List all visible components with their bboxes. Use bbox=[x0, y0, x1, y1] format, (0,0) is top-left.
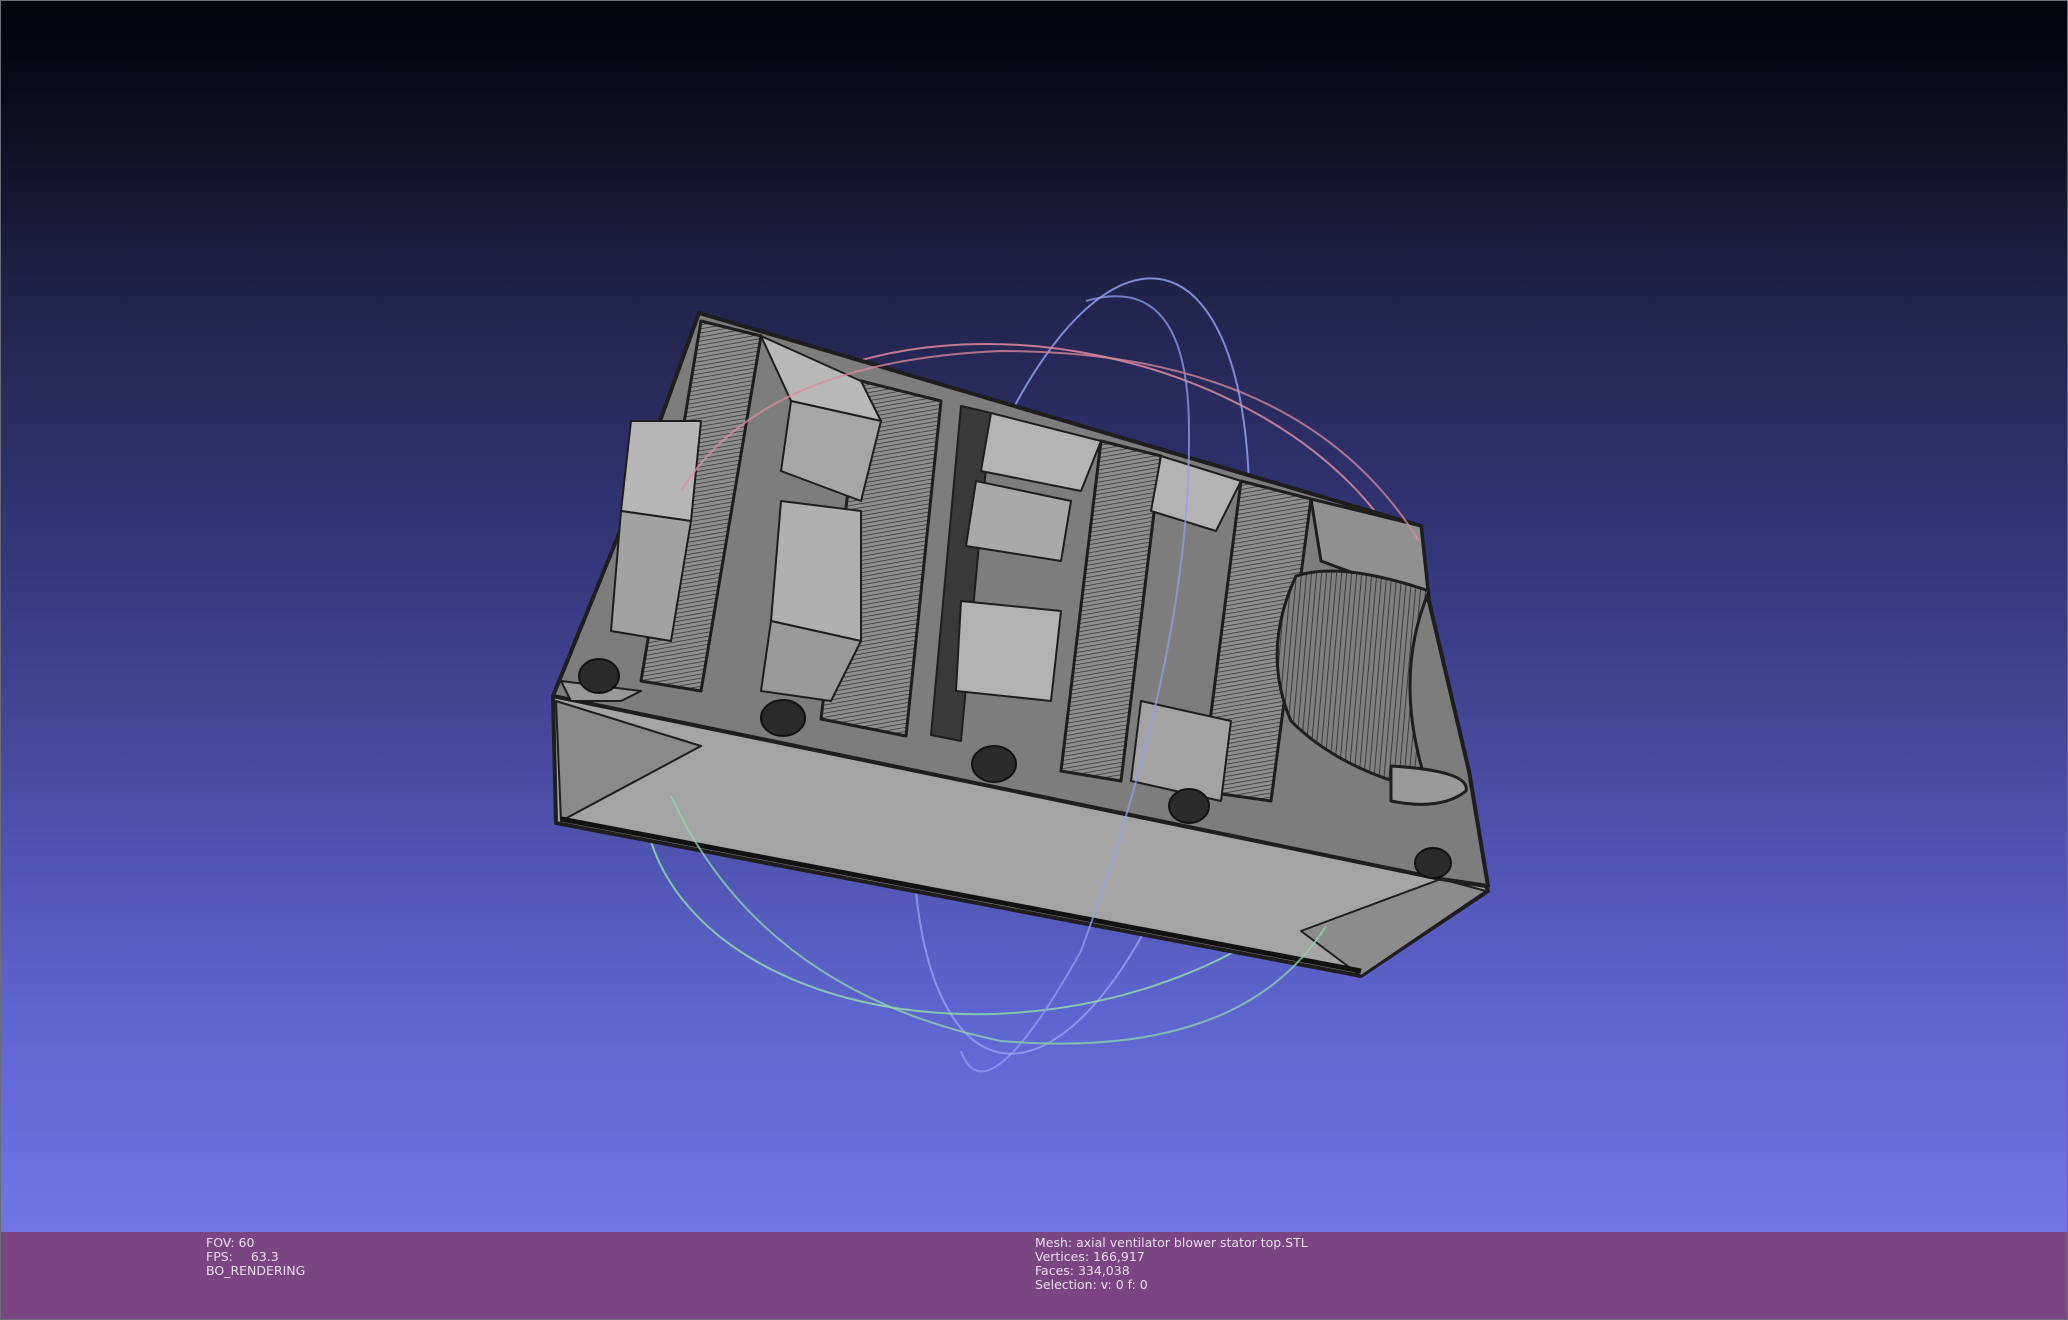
fps-readout: FPS: 63.3 bbox=[206, 1249, 279, 1264]
mesh-name: Mesh: axial ventilator blower stator top… bbox=[1035, 1235, 1308, 1250]
render-info: FOV: 60 FPS: 63.3 BO_RENDERING bbox=[206, 1236, 305, 1278]
mesh-info: Mesh: axial ventilator blower stator top… bbox=[1035, 1236, 1308, 1292]
selection-count: Selection: v: 0 f: 0 bbox=[1035, 1277, 1148, 1292]
render-mode: BO_RENDERING bbox=[206, 1263, 306, 1278]
info-bar: FOV: 60 FPS: 63.3 BO_RENDERING Mesh: axia… bbox=[0, 1232, 2068, 1320]
vertex-count: Vertices: 166,917 bbox=[1035, 1249, 1145, 1264]
stator-mesh bbox=[551, 311, 1490, 978]
mesh-scene[interactable] bbox=[1, 1, 2068, 1232]
fov-readout: FOV: 60 bbox=[206, 1235, 255, 1250]
face-count: Faces: 334,038 bbox=[1035, 1263, 1130, 1278]
3d-viewport[interactable] bbox=[0, 0, 2068, 1232]
